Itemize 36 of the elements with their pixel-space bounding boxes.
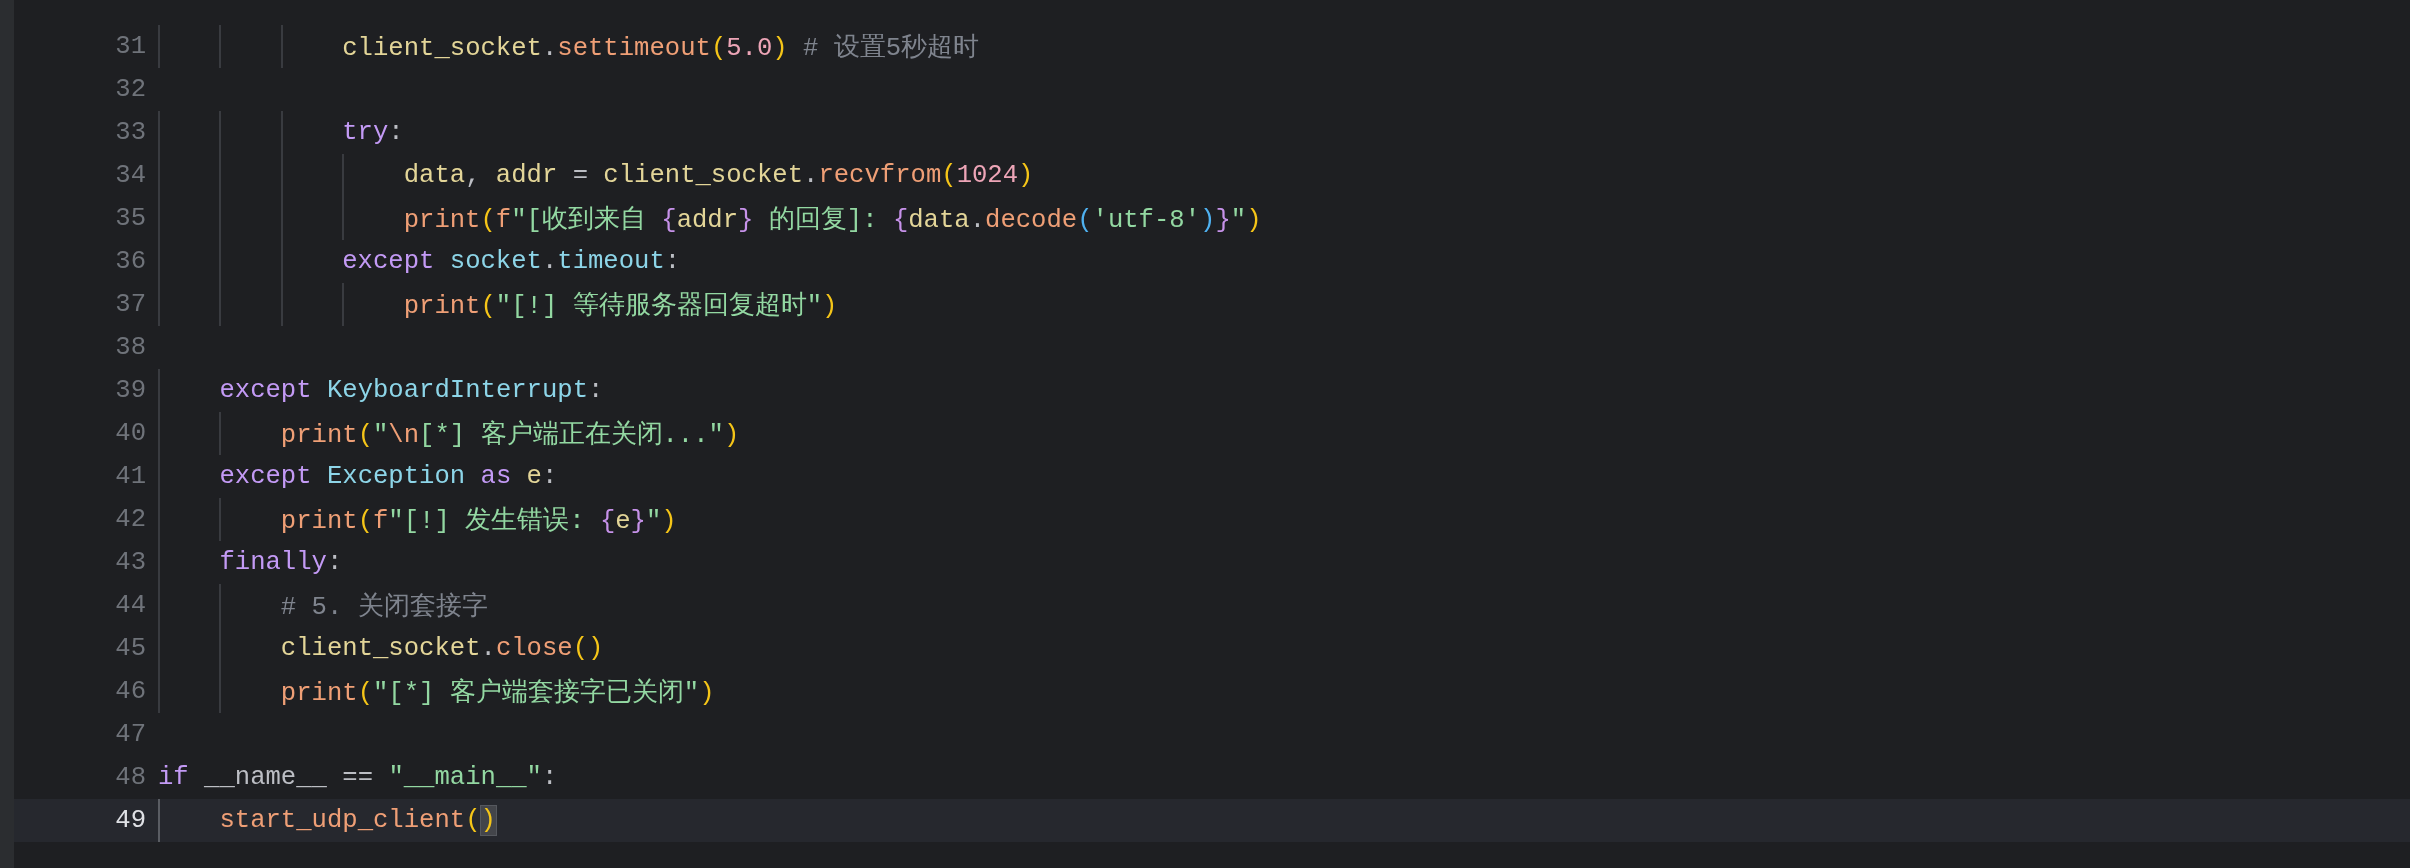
code-line: start_udp_client() [219,806,496,835]
line-number: 38 [114,333,146,362]
code-line: client_socket.close() [280,634,604,663]
line-number: 43 [114,548,146,577]
code-line: print("[!] 等待服务器回复超时") [403,290,838,322]
code-line: client_socket.settimeout(5.0) # 设置5秒超时 [342,32,980,64]
code-line: print("\n[*] 客户端正在关闭...") [280,419,740,451]
line-number: 31 [114,32,146,61]
code-line: if __name__ == "__main__": [158,763,558,792]
line-number: 35 [114,204,146,233]
line-number: 45 [114,634,146,663]
code-line: except Exception as e: [219,462,558,491]
code-line: try: [342,118,404,147]
line-number: 39 [114,376,146,405]
code-line: # 5. 关闭套接字 [280,591,488,623]
code-line: except KeyboardInterrupt: [219,376,604,405]
code-line: print(f"[收到来自 {addr} 的回复]: {data.decode('utf-8')}") [403,204,1262,236]
line-number: 32 [114,75,146,104]
line-number: 37 [114,290,146,319]
line-number: 40 [114,419,146,448]
code-line: finally: [219,548,343,577]
line-number: 33 [114,118,146,147]
line-number: 41 [114,462,146,491]
line-number: 46 [114,677,146,706]
line-number: 42 [114,505,146,534]
code-line: print(f"[!] 发生错误: {e}") [280,505,677,537]
line-number: 44 [114,591,146,620]
indent-guide [158,799,160,842]
line-number: 47 [114,720,146,749]
line-number: 49 [114,806,146,835]
line-number: 34 [114,161,146,190]
code-line: print("[*] 客户端套接字已关闭") [280,677,715,709]
code-line: except socket.timeout: [342,247,681,276]
line-number: 48 [114,763,146,792]
code-line: data, addr = client_socket.recvfrom(1024) [403,161,1034,190]
line-number: 36 [114,247,146,276]
